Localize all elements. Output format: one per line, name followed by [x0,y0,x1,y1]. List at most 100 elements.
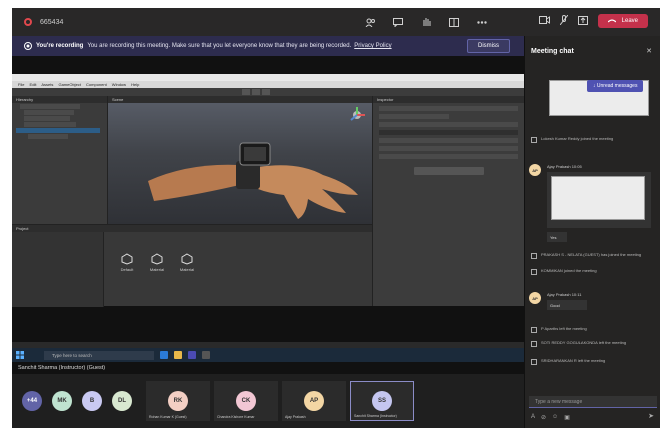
message-author: Ajay Prakash 10:11 [547,292,581,297]
hierarchy-row [24,116,70,121]
participant-name: Ajay Prakash [285,415,306,419]
attach-icon[interactable]: ⊘ [541,414,546,421]
system-message-text: P Aparths left the meeting [541,326,587,331]
system-message: PRAKASH S - NELATA (GUEST) has joined th… [531,252,651,259]
message-text: Good [547,300,587,310]
project-tab: Project [12,225,372,232]
dismiss-button[interactable]: Dismiss [467,39,510,53]
message-bubble[interactable] [547,172,651,228]
asset-item[interactable]: Material [146,253,168,272]
participant-tile[interactable]: RK Rohan Kumar K (Guest) [146,381,210,421]
unread-label: Unread messages [596,83,638,89]
project-tree [12,232,104,307]
system-message-text: KOMMIKAN joined the meeting [541,268,597,273]
avatar: AP [529,292,541,304]
participant-tile[interactable]: AP Ajay Prakash [282,381,346,421]
unity-cube-icon [181,253,193,265]
pause-icon [252,89,260,95]
teams-icon[interactable] [188,351,196,359]
file-explorer-icon[interactable] [174,351,182,359]
participant-avatar[interactable]: DL [112,391,132,411]
participant-avatar: AP [304,391,324,411]
hierarchy-row-selected [16,128,100,133]
rooms-icon[interactable] [446,14,462,30]
camera-icon[interactable] [538,16,550,26]
person-leave-icon [531,341,537,347]
avatar: AP [529,164,541,176]
participant-avatar[interactable]: B [82,391,102,411]
meeting-id: 665434 [40,18,64,26]
unity-cube-icon [121,253,133,265]
recording-icon [24,18,32,26]
hierarchy-panel: Hierarchy [12,96,108,224]
taskbar-search-input[interactable]: Type here to search [44,350,154,360]
play-icon [242,89,250,95]
inspector-row [379,138,518,143]
inspector-row [379,146,518,151]
mic-icon[interactable] [559,14,569,27]
hierarchy-row [24,110,74,115]
asset-item[interactable]: Default [116,253,138,272]
participants-icon[interactable] [362,14,378,30]
system-message: SRIDHARANKAN R left the meeting [531,358,651,365]
share-icon[interactable] [577,15,588,27]
meeting-top-bar: 665434 Leave [12,8,660,36]
windows-start-icon[interactable] [16,351,24,359]
edge-icon[interactable] [160,351,168,359]
system-message: SOTI REDDY GOGULAKONDA left the meeting [531,340,651,347]
leave-button[interactable]: Leave [597,14,648,28]
person-leave-icon [531,359,537,365]
shared-screen: File Edit Assets GameObject Component Wi… [12,56,524,374]
add-component-button[interactable] [413,167,484,175]
unity-app-icon[interactable] [202,351,210,359]
hierarchy-row [20,104,80,109]
asset-item[interactable]: Material [176,253,198,272]
message-time: 10:05 [571,164,582,169]
scene-gizmo-icon[interactable] [348,106,366,124]
asset-label: Default [120,267,134,272]
unread-messages-button[interactable]: ↓ Unread messages [587,80,644,92]
participant-tile[interactable]: CK Chandra Kishore Kumar [214,381,278,421]
participant-name: Rohan Kumar K (Guest) [149,415,187,419]
participant-avatar: SS [372,391,392,411]
close-icon[interactable]: ✕ [646,47,652,55]
participant-avatar: RK [168,391,188,411]
inspector-tab: Inspector [373,96,524,103]
system-message: P Aparths left the meeting [531,326,651,333]
emoji-icon[interactable]: ☺ [552,414,558,421]
unity-menu-bar: File Edit Assets GameObject Component Wi… [12,81,524,88]
leave-label: Leave [621,18,638,24]
author-name: Ajay Prakash [547,292,571,297]
inspector-row [379,122,518,127]
system-message: KOMMIKAN joined the meeting [531,268,651,275]
system-message-text: SRIDHARANKAN R left the meeting [541,358,606,363]
inspector-panel: Inspector [372,96,524,306]
shared-screenshot[interactable] [551,176,645,220]
participant-name: Sanchit Sharma (Instructor) [354,414,397,418]
chat-title: Meeting chat [531,48,574,55]
message-time: 10:11 [571,292,582,297]
gif-icon[interactable]: ▣ [564,414,570,421]
raise-hand-icon[interactable] [418,14,434,30]
inspector-row [379,106,518,111]
chat-compose-input[interactable]: Type a new message [529,396,657,408]
privacy-policy-link[interactable]: Privacy Policy [354,43,391,49]
chat-icon[interactable] [390,14,406,30]
inspector-row [379,114,449,119]
participant-avatar[interactable]: MK [52,391,72,411]
recording-banner: You're recording You are recording this … [12,36,524,56]
person-join-icon [531,137,537,143]
participant-tile-active[interactable]: SS Sanchit Sharma (Instructor) [350,381,414,421]
phone-hangup-icon [607,19,616,23]
format-icon[interactable]: A [531,414,535,421]
send-icon[interactable]: ➤ [648,412,654,420]
more-icon[interactable] [474,14,490,30]
system-message: Lokesh Kumar Reddy joined the meeting [531,136,651,143]
presenter-label: Sanchit Sharma (Instructor) (Guest) [12,362,524,374]
person-join-icon [531,269,537,275]
system-message-text: SOTI REDDY GOGULAKONDA left the meeting [541,340,627,345]
participant-strip: +44 MK B DL RK Rohan Kumar K (Guest) CK … [12,374,524,428]
overflow-participants[interactable]: +44 [22,391,42,411]
recording-title: You're recording [36,43,84,49]
inspector-row [379,130,518,135]
